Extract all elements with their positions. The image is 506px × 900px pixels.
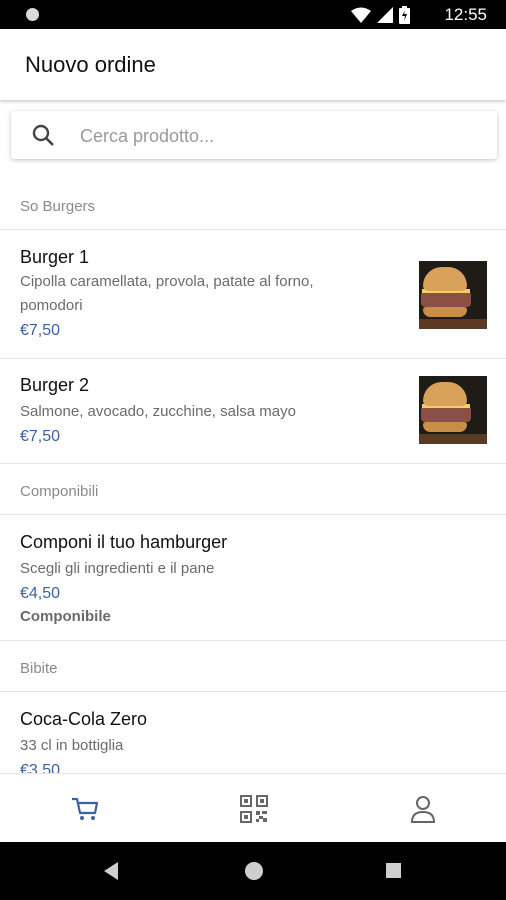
section-header-bibite: Bibite	[0, 641, 506, 692]
product-description: 33 cl in bottiglia	[20, 737, 124, 754]
section-title: Componibili	[20, 483, 99, 500]
home-icon[interactable]	[245, 862, 263, 880]
cart-icon	[72, 797, 99, 820]
product-item-burger-1[interactable]: Burger 1 Cipolla caramellata, provola, p…	[0, 230, 506, 359]
back-icon[interactable]	[104, 862, 118, 880]
product-price: €7,50	[20, 322, 61, 339]
section-title: Bibite	[20, 660, 58, 677]
nav-profile-button[interactable]	[406, 792, 440, 826]
user-icon	[410, 796, 436, 823]
search-icon	[32, 124, 54, 146]
search-input[interactable]	[78, 119, 472, 153]
page-title: Nuovo ordine	[25, 52, 156, 77]
wifi-icon	[351, 7, 371, 23]
battery-icon	[399, 6, 410, 24]
product-price: €3,50	[20, 762, 61, 773]
nav-cart-button[interactable]	[68, 792, 102, 826]
product-price: €4,50	[20, 585, 61, 602]
product-price: €7,50	[20, 428, 61, 445]
product-description: pomodori	[20, 297, 83, 314]
system-navigation-bar	[0, 842, 506, 900]
status-time: 12:55	[444, 5, 487, 24]
section-header-componibili: Componibili	[0, 464, 506, 515]
section-header-so-burgers: So Burgers	[0, 160, 506, 230]
product-tag: Componibile	[20, 608, 111, 625]
product-list[interactable]: So Burgers Burger 1 Cipolla caramellata,…	[0, 160, 506, 773]
search-bar[interactable]	[11, 111, 497, 159]
section-title: So Burgers	[20, 198, 96, 215]
product-item-coca-cola-zero[interactable]: Coca-Cola Zero 33 cl in bottiglia €3,50	[0, 692, 506, 773]
product-name: Coca-Cola Zero	[20, 709, 148, 729]
product-image	[419, 376, 487, 444]
app-bar: Nuovo ordine	[0, 29, 506, 100]
product-item-componi-hamburger[interactable]: Componi il tuo hamburger Scegli gli ingr…	[0, 515, 506, 641]
status-bar: 12:55	[0, 0, 506, 29]
bottom-navigation	[0, 773, 506, 843]
product-name: Burger 2	[20, 375, 90, 395]
product-description: Salmone, avocado, zucchine, salsa mayo	[20, 403, 296, 420]
recent-apps-icon[interactable]	[386, 863, 401, 878]
product-image	[419, 261, 487, 329]
notification-dot-icon	[26, 8, 39, 21]
product-name: Burger 1	[20, 247, 90, 267]
product-item-burger-2[interactable]: Burger 2 Salmone, avocado, zucchine, sal…	[0, 359, 506, 464]
product-description: Scegli gli ingredienti e il pane	[20, 560, 215, 577]
product-name: Componi il tuo hamburger	[20, 532, 228, 552]
product-description: Cipolla caramellata, provola, patate al …	[20, 273, 314, 290]
status-icons	[351, 6, 410, 24]
signal-icon	[377, 7, 393, 23]
nav-qr-button[interactable]	[237, 792, 271, 826]
qr-code-icon	[240, 795, 268, 823]
